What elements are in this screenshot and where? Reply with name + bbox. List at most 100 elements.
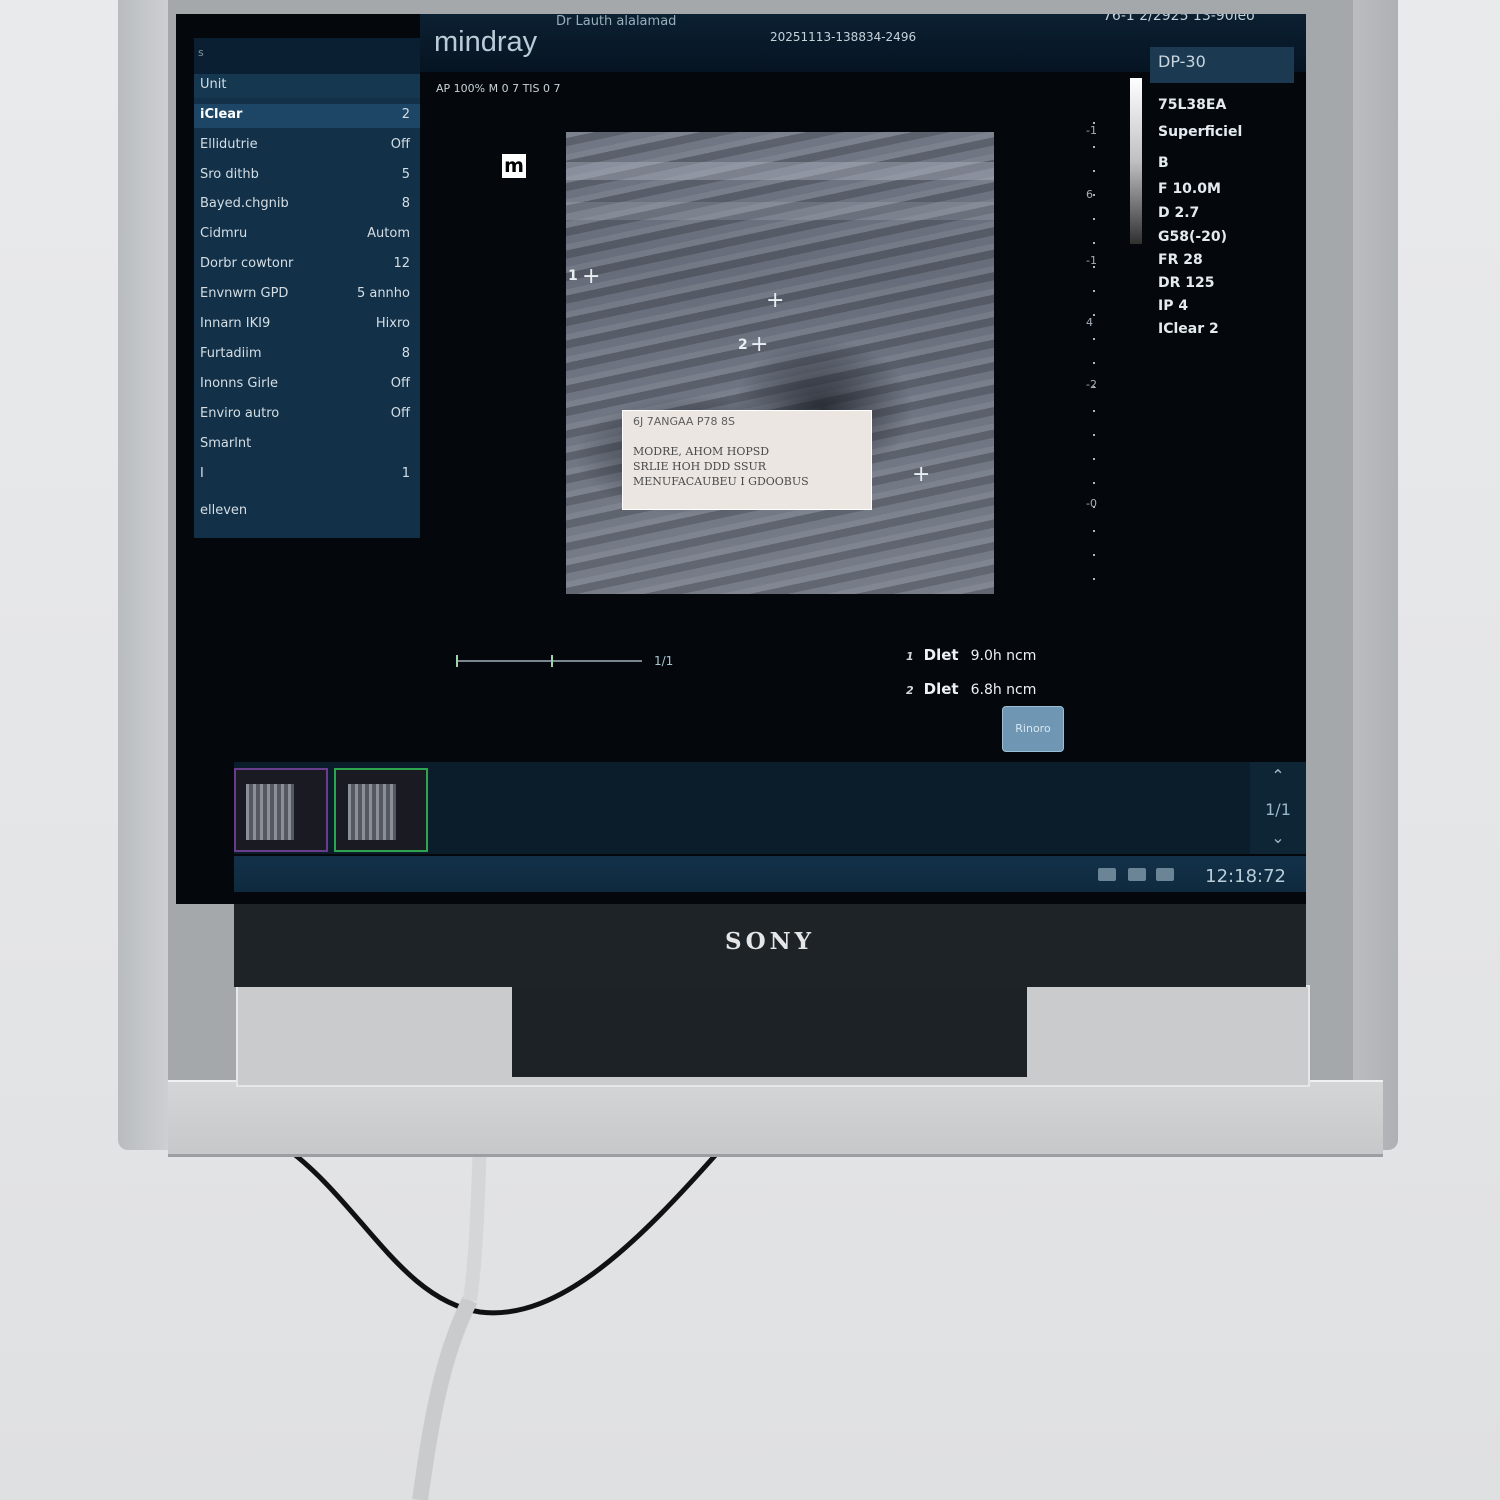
page-up-icon[interactable]: ⌃ [1250, 766, 1306, 785]
printer-icon [1156, 868, 1174, 881]
menu-item[interactable]: Enviro autro Off [194, 403, 420, 427]
thumbnail-image [348, 784, 396, 840]
menu-item-label: Cidmru [200, 226, 248, 241]
menu-item[interactable]: Ellidutrie Off [194, 134, 420, 158]
ultrasound-image[interactable]: 1 + + 2 + + 6J 7ANGAA P78 8S MODRE, AHOM… [566, 132, 994, 594]
header-institution: Dr Lauth alalamad [556, 14, 677, 29]
menu-item-label: I [200, 466, 204, 481]
measurement-value: 6.8h ncm [970, 682, 1037, 698]
menu-item[interactable]: elleven [194, 500, 420, 524]
annotation-line: MODRE, AHOM HOPSD [633, 445, 770, 458]
menu-item[interactable]: Sro dithb 5 [194, 164, 420, 188]
menu-item-value: Off [390, 406, 410, 421]
param-line: DR 125 [1158, 275, 1215, 291]
menu-item[interactable]: Envnwrn GPD 5 annho [194, 283, 420, 307]
menu-item-value: 2 [401, 107, 410, 122]
caliper-cross-icon[interactable]: + [912, 464, 930, 486]
menu-item[interactable]: Dorbr cowtonr 12 [194, 253, 420, 277]
depth-label: -2 [1086, 378, 1097, 391]
annotation-line: 6J 7ANGAA P78 8S [633, 415, 735, 428]
menu-item-value: 5 annho [356, 286, 410, 301]
menu-item[interactable]: I 1 [194, 463, 420, 487]
menu-item[interactable]: Furtadiim 8 [194, 343, 420, 367]
menu-item-value: 8 [401, 346, 410, 361]
depth-label: -1 [1086, 124, 1097, 137]
menu-header-label: s [198, 46, 204, 59]
exam-id: 20251113-138834-2496 [770, 30, 917, 44]
caliper-cross-icon[interactable]: + [750, 334, 768, 356]
param-line: 75L38EA [1158, 97, 1227, 113]
status-clock: 12:18:72 [1205, 866, 1286, 887]
menu-item-value: Hixro [375, 316, 410, 331]
page-down-icon[interactable]: ⌄ [1250, 828, 1306, 847]
depth-label: 6 [1086, 188, 1093, 201]
menu-item[interactable]: Innarn IKI9 Hixro [194, 313, 420, 337]
menu-item-value: 1 [401, 466, 410, 481]
measurement-row: 2 Dlet 6.8h ncm [906, 680, 1036, 698]
annotation-label: 6J 7ANGAA P78 8S MODRE, AHOM HOPSD SRLIE… [622, 410, 872, 510]
menu-item-label: Enviro autro [200, 406, 280, 421]
param-line: F 10.0M [1158, 181, 1221, 197]
header-datetime: 76-1 2/2925 13-90ieo [1103, 14, 1255, 24]
menu-title-label: Unit [200, 77, 227, 92]
caliper-cross-icon[interactable]: + [582, 266, 600, 288]
menu-item-label: Ellidutrie [200, 137, 258, 152]
param-line: B [1158, 155, 1169, 171]
caliper-label: 2 [738, 337, 748, 353]
menu-item[interactable]: Inonns Girle Off [194, 373, 420, 397]
menu-item[interactable]: Smarlnt [194, 433, 420, 457]
thumbnail-selected[interactable] [334, 768, 428, 852]
cine-slider[interactable] [456, 655, 642, 667]
thumbnail-pager: ⌃ 1/1 ⌄ [1250, 762, 1306, 854]
tissue-layer [566, 202, 994, 220]
param-line: IClear 2 [1158, 321, 1219, 337]
menu-title: Unit [194, 74, 420, 98]
depth-label: -1 [1086, 254, 1097, 267]
network-icon [1098, 868, 1116, 881]
param-line: D 2.7 [1158, 205, 1200, 221]
status-bar: 12:18:72 [234, 856, 1306, 892]
monitor-base [168, 1080, 1383, 1157]
grayscale-bar [1130, 78, 1142, 244]
preset-label[interactable]: DP-30 [1150, 47, 1294, 83]
storage-icon [1128, 868, 1146, 881]
cine-counter: 1/1 [654, 654, 674, 668]
cine-handle[interactable] [551, 655, 553, 667]
menu-item[interactable]: Bayed.chgnib 8 [194, 193, 420, 217]
measurement-index: 1 [906, 650, 914, 663]
menu-item-value: Autom [367, 226, 410, 241]
menu-item-label: Innarn IKI9 [200, 316, 271, 331]
scan-parameters: AP 100% M 0 7 TIS 0 7 [436, 82, 561, 95]
menu-header: s [194, 38, 420, 74]
confirm-button[interactable]: Rinoro [1002, 706, 1064, 752]
measurement-label: Dlet [923, 680, 959, 698]
menu-item-label: Smarlnt [200, 436, 252, 451]
thumbnail-strip [234, 762, 1306, 854]
annotation-line: MENUFACAUBEU I GDOOBUS [633, 475, 809, 488]
sony-logo: SONY [724, 928, 816, 955]
focus-marker: 4 [1086, 316, 1093, 329]
menu-item[interactable]: Cidmru Autom [194, 223, 420, 247]
menu-item-label: iClear [200, 107, 243, 122]
measurement-index: 2 [906, 684, 914, 697]
menu-item-iclear[interactable]: iClear 2 [194, 104, 420, 128]
menu-item-value: 5 [401, 167, 410, 182]
depth-scale [1093, 122, 1095, 592]
monitor-chin: SONY [234, 900, 1306, 987]
measurement-label: Dlet [923, 646, 959, 664]
thumbnail[interactable] [234, 768, 328, 852]
tissue-layer [566, 162, 994, 180]
thumbnail-image [246, 784, 294, 840]
param-line: IP 4 [1158, 298, 1189, 314]
probe-orientation-marker: m [502, 154, 526, 178]
measurement-row: 1 Dlet 9.0h ncm [906, 646, 1036, 664]
caliper-cross-icon[interactable]: + [766, 290, 784, 312]
menu-item-value: 12 [393, 256, 410, 271]
menu-item-label: Inonns Girle [200, 376, 279, 391]
page-indicator: 1/1 [1265, 800, 1291, 819]
measurement-value: 9.0h ncm [970, 648, 1037, 664]
menu-item-value: Off [390, 376, 410, 391]
annotation-line: SRLIE HOH DDD SSUR [633, 460, 767, 473]
cine-start-marker [456, 655, 458, 667]
mindray-logo: mindray [434, 26, 538, 58]
